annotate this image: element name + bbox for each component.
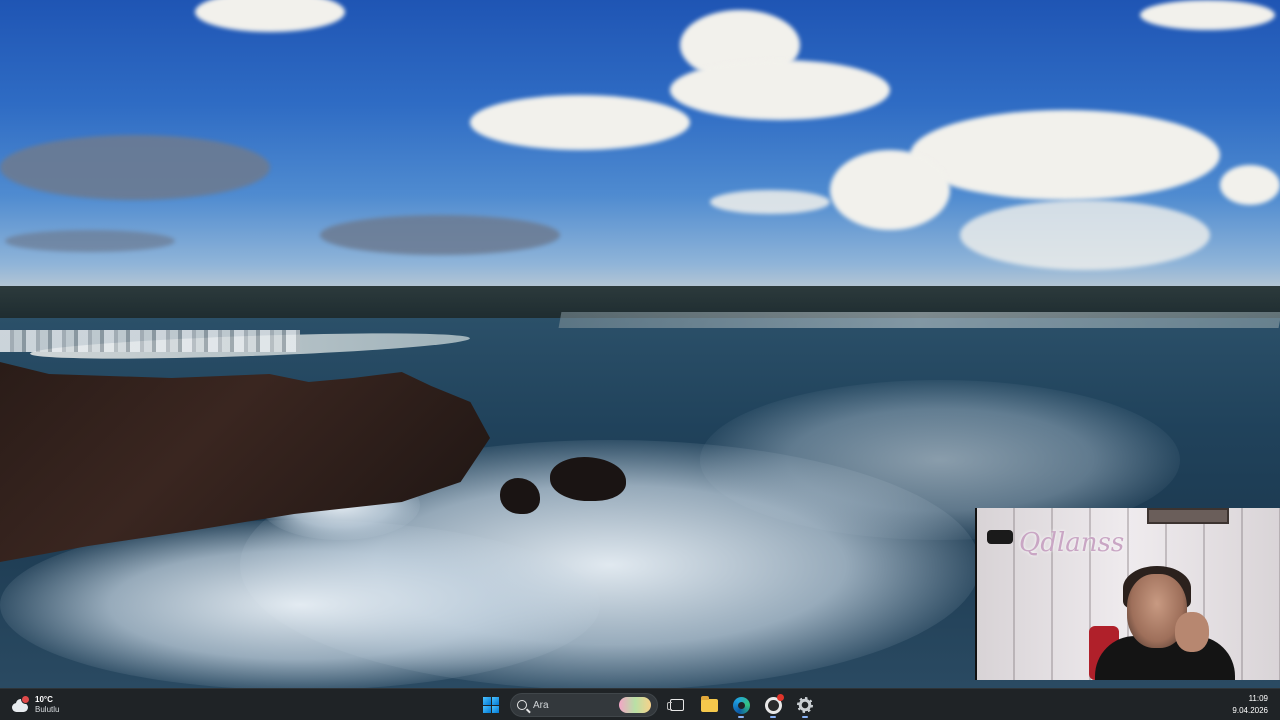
system-clock[interactable]: 11:09 9.04.2026 (1232, 693, 1268, 717)
cloud-weather-icon (10, 695, 30, 715)
shoreline (558, 312, 1280, 328)
sea-rock (550, 457, 626, 501)
cloud (670, 60, 890, 120)
taskbar-search[interactable]: Ara (510, 693, 658, 717)
windows-logo-icon (483, 697, 499, 713)
person-hand (1175, 612, 1209, 652)
active-indicator (802, 716, 808, 718)
coastal-town (0, 330, 300, 352)
file-explorer-button[interactable] (696, 692, 722, 718)
taskbar: 10°C Bulutlu Ara 11:09 9.04.2026 (0, 688, 1280, 720)
weather-text: 10°C Bulutlu (35, 695, 59, 715)
clock-date: 9.04.2026 (1232, 706, 1268, 715)
neon-sign: Qdlanss (1019, 528, 1125, 558)
wall-frame (1147, 508, 1229, 524)
cloud (1220, 165, 1280, 205)
gear-icon (797, 697, 813, 713)
weather-widget[interactable]: 10°C Bulutlu (10, 692, 59, 718)
active-indicator (770, 716, 776, 718)
task-view-icon (667, 699, 684, 711)
edge-button[interactable] (728, 692, 754, 718)
settings-button[interactable] (792, 692, 818, 718)
cloud (1140, 0, 1275, 30)
search-icon (517, 700, 527, 710)
cloud (470, 95, 690, 150)
edge-icon (732, 696, 750, 714)
cloud (710, 190, 830, 214)
weather-condition: Bulutlu (35, 705, 60, 714)
cloud (830, 150, 950, 230)
search-placeholder: Ara (533, 699, 549, 711)
cloud (960, 200, 1210, 270)
sea-rock (500, 478, 540, 514)
clock-time: 11:09 (1248, 694, 1268, 703)
folder-icon (700, 695, 718, 712)
task-view-button[interactable] (664, 692, 690, 718)
cloud (5, 230, 175, 252)
obs-button[interactable] (760, 692, 786, 718)
webcam-overlay: Qdlanss (975, 508, 1280, 680)
cloud (0, 135, 270, 200)
search-highlight-icon (619, 697, 651, 713)
taskbar-apps: Ara (478, 692, 818, 718)
active-indicator (738, 716, 744, 718)
weather-temperature: 10°C (35, 695, 53, 704)
start-button[interactable] (478, 692, 504, 718)
cloud (910, 110, 1220, 200)
rgb-lamp (981, 530, 1239, 680)
cloud (320, 215, 560, 255)
obs-icon (764, 693, 784, 714)
